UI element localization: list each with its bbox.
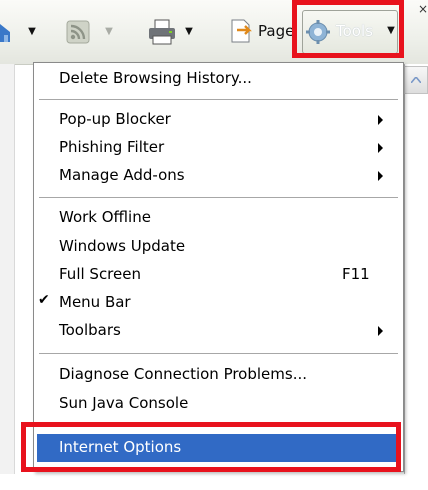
menu-separator xyxy=(39,99,398,100)
submenu-arrow-icon xyxy=(378,171,383,181)
annotation-box-internet-options xyxy=(21,422,401,472)
print-icon[interactable] xyxy=(145,17,179,47)
page-menu-label[interactable]: Page xyxy=(258,22,294,40)
print-dropdown-arrow-icon[interactable]: ▼ xyxy=(183,24,195,38)
menu-item-label: Pop-up Blocker xyxy=(59,110,171,128)
menu-item-toolbars[interactable]: Toolbars xyxy=(34,317,403,345)
page-icon[interactable] xyxy=(228,17,254,45)
menu-separator xyxy=(39,353,398,354)
scroll-up-button[interactable] xyxy=(404,66,428,94)
home-dropdown-arrow-icon[interactable]: ▼ xyxy=(26,24,38,38)
feeds-dropdown-arrow-icon: ▼ xyxy=(105,25,113,37)
menu-item-popup-blocker[interactable]: Pop-up Blocker xyxy=(34,106,403,134)
menu-item-label: Delete Browsing History... xyxy=(59,69,252,87)
menu-item-delete-browsing-history[interactable]: Delete Browsing History... xyxy=(34,65,403,93)
annotation-box-tools xyxy=(292,0,404,58)
menu-separator xyxy=(39,197,398,198)
submenu-arrow-icon xyxy=(378,326,383,336)
menu-item-phishing-filter[interactable]: Phishing Filter xyxy=(34,134,403,162)
menu-item-label: Sun Java Console xyxy=(59,394,189,412)
submenu-arrow-icon xyxy=(378,143,383,153)
close-icon[interactable]: × xyxy=(418,2,428,16)
menu-item-label: Manage Add-ons xyxy=(59,166,185,184)
menu-item-menu-bar[interactable]: ✔ Menu Bar xyxy=(34,289,403,317)
menu-item-label: Windows Update xyxy=(59,237,186,255)
menu-item-label: Menu Bar xyxy=(59,293,131,311)
home-icon[interactable] xyxy=(0,20,12,44)
vertical-scrollbar[interactable] xyxy=(404,64,428,474)
menu-item-label: Diagnose Connection Problems... xyxy=(59,365,308,383)
page-left-edge xyxy=(0,64,15,474)
page-bottom-area xyxy=(0,474,428,490)
tools-dropdown-menu: Delete Browsing History... Pop-up Blocke… xyxy=(33,62,404,472)
menu-item-label: Phishing Filter xyxy=(59,138,165,156)
menu-item-label: Full Screen xyxy=(59,265,141,283)
menu-item-manage-add-ons[interactable]: Manage Add-ons xyxy=(34,162,403,190)
checkmark-icon: ✔ xyxy=(38,292,50,308)
menu-item-diagnose-connection-problems[interactable]: Diagnose Connection Problems... xyxy=(34,361,403,389)
shortcut-label: F11 xyxy=(342,265,370,283)
chevron-up-icon xyxy=(411,77,421,83)
menu-item-full-screen[interactable]: Full Screen F11 xyxy=(34,261,403,289)
menu-item-windows-update[interactable]: Windows Update xyxy=(34,233,403,261)
rss-feed-icon[interactable] xyxy=(64,18,92,46)
menu-item-label: Work Offline xyxy=(59,208,151,226)
submenu-arrow-icon xyxy=(378,115,383,125)
menu-item-label: Toolbars xyxy=(59,321,121,339)
menu-item-sun-java-console[interactable]: Sun Java Console xyxy=(34,390,403,418)
menu-item-work-offline[interactable]: Work Offline xyxy=(34,204,403,232)
